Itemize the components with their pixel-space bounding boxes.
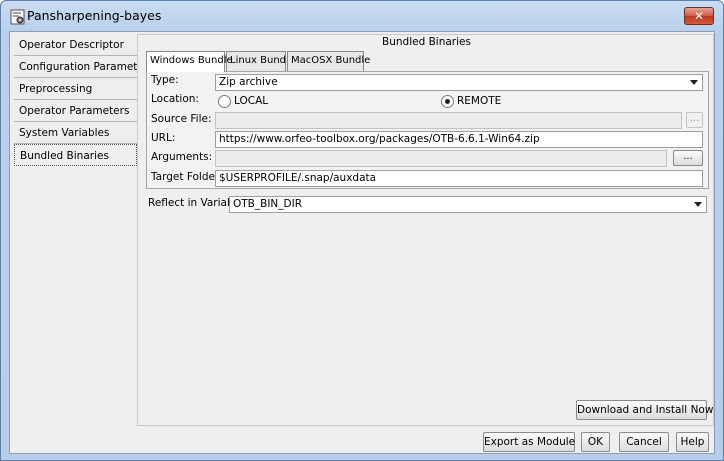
- chevron-down-icon: [694, 202, 702, 207]
- reflect-variable-select[interactable]: OTB_BIN_DIR: [229, 196, 707, 213]
- tab-macosx-bundle[interactable]: MacOSX Bundle: [287, 51, 370, 71]
- sidebar-item-label: Operator Descriptor: [19, 39, 124, 51]
- cancel-button[interactable]: Cancel: [619, 432, 669, 452]
- ok-button[interactable]: OK: [581, 432, 610, 452]
- window-title: Pansharpening-bayes: [27, 8, 162, 23]
- sidebar-item-label: System Variables: [19, 127, 110, 139]
- url-input[interactable]: https://www.orfeo-toolbox.org/packages/O…: [215, 131, 703, 148]
- sidebar-item-preprocessing[interactable]: Preprocessing: [14, 78, 137, 100]
- sidebar-item-operator-parameters[interactable]: Operator Parameters: [14, 100, 137, 122]
- sidebar-item-configuration-parameters[interactable]: Configuration Parameters: [14, 56, 154, 78]
- reflect-variable-value: OTB_BIN_DIR: [233, 198, 303, 210]
- arguments-input[interactable]: [215, 150, 667, 167]
- sidebar-item-label: Operator Parameters: [19, 105, 130, 117]
- help-button[interactable]: Help: [676, 432, 709, 452]
- sidebar-item-bundled-binaries[interactable]: Bundled Binaries: [14, 144, 137, 166]
- source-file-label: Source File:: [151, 113, 212, 125]
- tab-label: Windows Bundle: [150, 55, 233, 66]
- sidebar-item-label: Bundled Binaries: [20, 150, 109, 162]
- close-button[interactable]: ✕: [684, 7, 714, 25]
- url-label: URL:: [151, 132, 176, 144]
- dialog-client-area: Operator Descriptor Configuration Parame…: [9, 31, 715, 454]
- target-folder-input[interactable]: $USERPROFILE/.snap/auxdata: [215, 170, 703, 187]
- chevron-down-icon: [690, 80, 698, 85]
- tab-windows-bundle[interactable]: Windows Bundle: [146, 51, 233, 72]
- group-title: Bundled Binaries: [382, 36, 471, 48]
- target-folder-label: Target Folder:: [151, 171, 223, 183]
- type-select[interactable]: Zip archive: [215, 74, 703, 91]
- sidebar-nav: Operator Descriptor Configuration Parame…: [14, 34, 154, 166]
- sidebar-item-system-variables[interactable]: System Variables: [14, 122, 137, 144]
- location-local-radio[interactable]: [218, 95, 231, 108]
- close-icon: ✕: [693, 9, 705, 23]
- location-label: Location:: [151, 93, 199, 105]
- location-remote-label[interactable]: REMOTE: [457, 95, 501, 107]
- tab-linux-bundle[interactable]: Linux Bundle: [226, 51, 295, 71]
- source-file-input[interactable]: [215, 112, 682, 129]
- gear-document-icon: [10, 9, 25, 25]
- bundled-binaries-panel: Bundled Binaries Windows Bundle Linux Bu…: [137, 34, 714, 426]
- download-install-button[interactable]: Download and Install Now: [576, 400, 713, 420]
- arguments-edit-button[interactable]: ...: [673, 150, 703, 166]
- tab-label: Linux Bundle: [230, 55, 295, 66]
- title-bar[interactable]: Pansharpening-bayes ✕: [1, 1, 723, 31]
- export-module-button[interactable]: Export as Module: [483, 432, 575, 452]
- windows-bundle-tab-panel: Type: Zip archive Location: LOCAL REMOTE…: [146, 71, 709, 189]
- type-select-value: Zip archive: [219, 76, 278, 88]
- sidebar-item-label: Configuration Parameters: [19, 61, 154, 73]
- sidebar-item-label: Preprocessing: [19, 83, 93, 95]
- location-local-label[interactable]: LOCAL: [234, 95, 268, 107]
- dialog-window: Pansharpening-bayes ✕ Operator Descripto…: [0, 0, 724, 461]
- source-file-browse-button[interactable]: ...: [686, 112, 703, 128]
- tab-label: MacOSX Bundle: [291, 55, 371, 66]
- arguments-label: Arguments:: [151, 151, 213, 163]
- location-remote-radio[interactable]: [441, 95, 454, 108]
- type-label: Type:: [151, 74, 179, 86]
- sidebar-item-operator-descriptor[interactable]: Operator Descriptor: [14, 34, 137, 56]
